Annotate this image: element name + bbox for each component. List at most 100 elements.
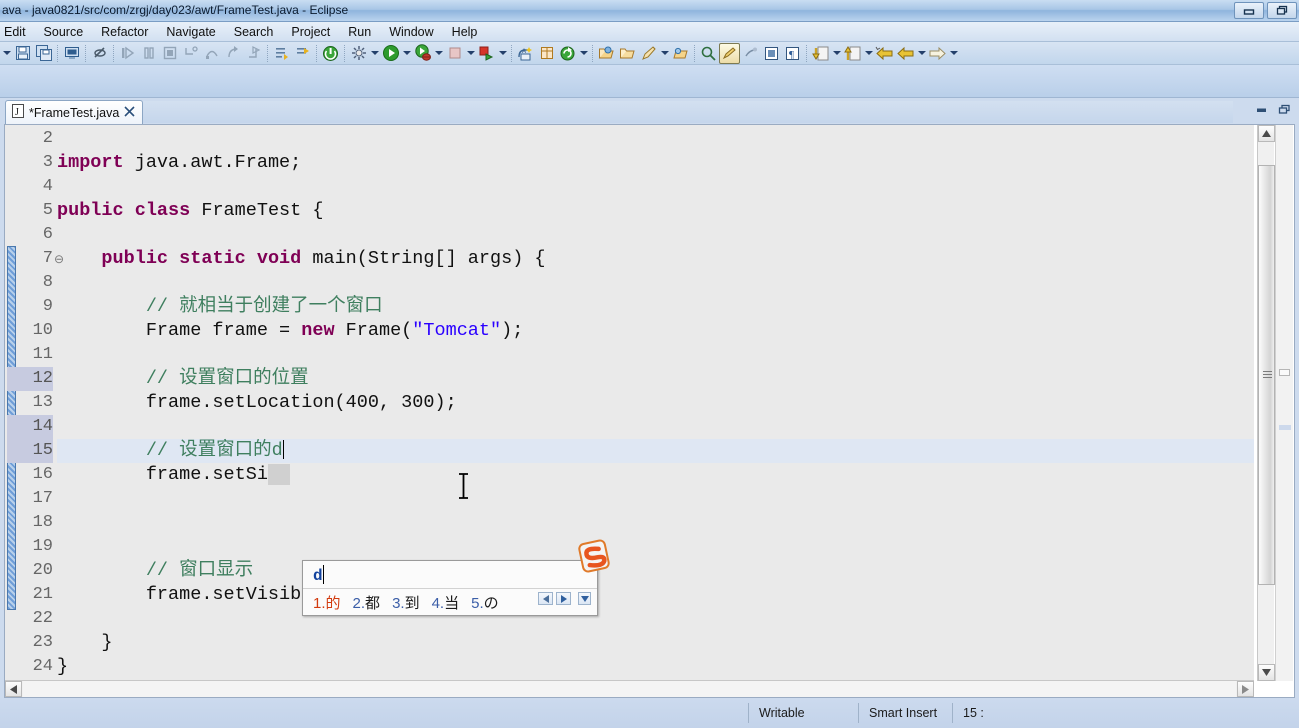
ime-candidate-popup[interactable]: d 1.的 2.都 3.到 4.当 5.の <box>302 539 610 616</box>
refresh-dropdown-icon[interactable] <box>578 43 589 64</box>
vertical-scroll-thumb[interactable] <box>1258 165 1275 585</box>
new-wizard-dropdown-icon[interactable] <box>1 43 12 64</box>
code-line[interactable]: // 窗口显示 <box>57 559 253 583</box>
next-edit-icon[interactable] <box>810 43 831 64</box>
previous-edit-icon[interactable] <box>842 43 863 64</box>
step-return-icon[interactable] <box>222 43 243 64</box>
print-icon[interactable] <box>61 43 82 64</box>
skip-breakpoints-icon[interactable] <box>320 43 341 64</box>
ime-next-page-button[interactable] <box>556 592 571 605</box>
code-line[interactable]: } <box>57 655 68 679</box>
show-whitespace-icon[interactable] <box>719 42 740 64</box>
code-line[interactable]: Frame frame = new Frame("Tomcat"); <box>57 319 524 343</box>
menu-search[interactable]: Search <box>225 24 283 40</box>
menu-navigate[interactable]: Navigate <box>157 24 224 40</box>
menu-project[interactable]: Project <box>282 24 339 40</box>
ime-candidate-index: 5. <box>471 595 484 612</box>
run-as-dropdown-icon[interactable] <box>497 43 508 64</box>
pilcrow-icon[interactable]: ¶ <box>782 43 803 64</box>
menu-refactor[interactable]: Refactor <box>92 24 157 40</box>
next-annotation-icon[interactable] <box>271 43 292 64</box>
scroll-up-arrow-icon[interactable] <box>1258 125 1275 142</box>
code-surface[interactable]: 2 3 4 5 6 7 ⊖ 8 9 10 11 12 13 14 15 16 17 18 19 20 21 22 23 24 … <box>5 125 1254 681</box>
horizontal-scroll-track[interactable] <box>23 681 1236 697</box>
ime-candidate[interactable]: 1.的 <box>313 592 341 613</box>
step-into-icon[interactable] <box>180 43 201 64</box>
resume-icon[interactable] <box>117 43 138 64</box>
terminate-icon[interactable] <box>159 43 180 64</box>
code-line[interactable]: import java.awt.Frame; <box>57 151 301 175</box>
suspend-icon[interactable] <box>138 43 159 64</box>
run-dropdown-icon[interactable] <box>401 43 412 64</box>
menu-edit[interactable]: Edit <box>0 24 35 40</box>
previous-edit-dropdown-icon[interactable] <box>863 43 874 64</box>
open-type-icon[interactable] <box>596 43 617 64</box>
step-over-icon[interactable] <box>201 43 222 64</box>
new-java-package-icon[interactable] <box>536 43 557 64</box>
debug-icon[interactable] <box>412 43 433 64</box>
code-line-current[interactable]: // 设置窗口的d <box>57 439 1254 463</box>
new-java-class-icon[interactable]: A <box>515 43 536 64</box>
code-line[interactable]: frame.setLocation(400, 300); <box>57 391 457 415</box>
scroll-down-arrow-icon[interactable] <box>1258 664 1275 681</box>
coverage-icon[interactable] <box>444 43 465 64</box>
previous-annotation-icon[interactable] <box>292 43 313 64</box>
code-line[interactable]: public class FrameTest { <box>57 199 323 223</box>
save-icon[interactable] <box>12 43 33 64</box>
back-icon[interactable] <box>874 43 895 64</box>
ime-expand-button[interactable] <box>578 592 591 605</box>
close-icon[interactable] <box>124 105 135 120</box>
open-task-icon[interactable] <box>617 43 638 64</box>
pencil-icon[interactable] <box>638 43 659 64</box>
run-icon[interactable] <box>380 43 401 64</box>
scroll-left-arrow-icon[interactable] <box>5 681 22 697</box>
ime-candidate[interactable]: 2.都 <box>353 592 381 613</box>
toolbar-separator <box>344 44 345 62</box>
menu-run[interactable]: Run <box>339 24 380 40</box>
forward-dropdown-icon[interactable] <box>948 43 959 64</box>
external-tools-icon[interactable] <box>348 43 369 64</box>
drop-to-frame-icon[interactable] <box>243 43 264 64</box>
code-line[interactable]: // 就相当于创建了一个窗口 <box>57 295 383 319</box>
coverage-dropdown-icon[interactable] <box>465 43 476 64</box>
menu-source[interactable]: Source <box>35 24 93 40</box>
back-history-icon[interactable] <box>895 43 916 64</box>
code-token: // 设置窗口的位置 <box>145 368 309 389</box>
ime-candidate[interactable]: 5.の <box>471 592 499 613</box>
minimize-button[interactable] <box>1234 2 1264 19</box>
next-edit-dropdown-icon[interactable] <box>831 43 842 64</box>
pencil-dropdown-icon[interactable] <box>659 43 670 64</box>
back-dropdown-icon[interactable] <box>916 43 927 64</box>
overview-ruler[interactable] <box>1275 125 1293 681</box>
ime-candidate[interactable]: 3.到 <box>392 592 420 613</box>
editor-horizontal-scrollbar[interactable] <box>5 680 1254 697</box>
ime-prev-page-button[interactable] <box>538 592 553 605</box>
code-line[interactable]: // 设置窗口的位置 <box>57 367 309 391</box>
debug-dropdown-icon[interactable] <box>433 43 444 64</box>
code-line[interactable]: } <box>57 631 112 655</box>
toggle-mark-occurrences-icon[interactable] <box>89 43 110 64</box>
scroll-right-arrow-icon[interactable] <box>1237 681 1254 697</box>
external-tools-dropdown-icon[interactable] <box>369 43 380 64</box>
editor-vertical-scrollbar[interactable] <box>1257 125 1275 681</box>
ime-candidate[interactable]: 4.当 <box>432 592 460 613</box>
search-icon[interactable] <box>698 43 719 64</box>
editor-maximize-button[interactable] <box>1276 102 1293 117</box>
refresh-icon[interactable] <box>557 43 578 64</box>
toggle-block-selection-icon[interactable] <box>761 43 782 64</box>
menu-window[interactable]: Window <box>380 24 442 40</box>
forward-icon[interactable] <box>927 43 948 64</box>
editor-tab-frametest[interactable]: J *FrameTest.java <box>5 100 144 124</box>
scroll-thumb-grip <box>1263 371 1272 379</box>
editor-minimize-button[interactable] <box>1253 102 1270 117</box>
restore-button[interactable] <box>1267 2 1297 19</box>
link-icon[interactable] <box>740 43 761 64</box>
open-resource-icon[interactable] <box>670 43 691 64</box>
line-number-gutter[interactable]: 2 3 4 5 6 7 ⊖ 8 9 10 11 12 13 14 15 16 17 18 19 20 21 22 23 24 <box>5 125 64 681</box>
save-all-icon[interactable] <box>33 43 54 64</box>
menu-help[interactable]: Help <box>443 24 487 40</box>
run-as-icon[interactable] <box>476 43 497 64</box>
code-line[interactable]: public static void main(String[] args) { <box>57 247 545 271</box>
code-line[interactable]: frame.setSi <box>57 463 291 487</box>
code-lines[interactable]: import java.awt.Frame; public class Frame… <box>57 125 1254 681</box>
